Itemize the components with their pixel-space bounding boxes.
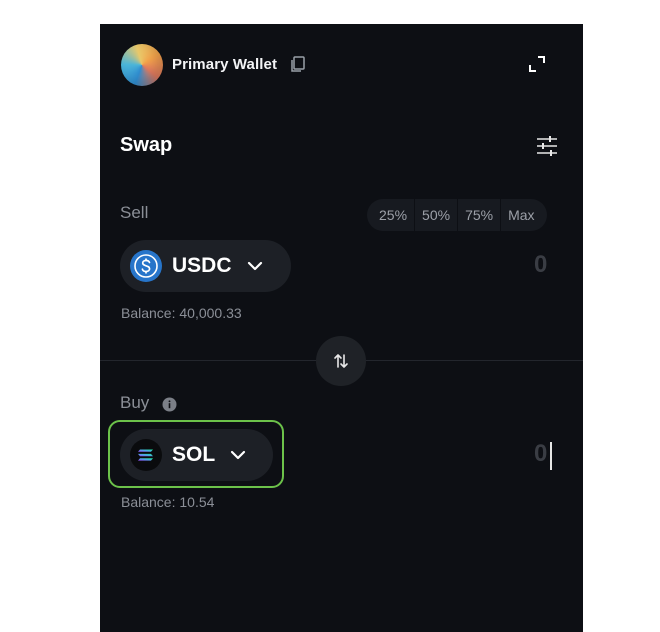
settings-sliders-icon[interactable] [535, 134, 559, 158]
solana-icon [130, 439, 162, 471]
swap-title: Swap [120, 134, 173, 156]
info-icon[interactable] [162, 397, 177, 412]
expand-icon[interactable] [527, 54, 547, 74]
buy-label: Buy [120, 393, 150, 412]
percent-25-button[interactable]: 25% [367, 199, 416, 231]
text-caret [550, 442, 552, 470]
chevron-down-icon [231, 450, 246, 460]
wallet-name[interactable]: Primary Wallet [172, 56, 277, 73]
copy-icon[interactable] [289, 55, 307, 73]
percent-50-button[interactable]: 50% [415, 199, 459, 231]
wallet-header: Primary Wallet [100, 24, 583, 108]
percent-buttons: 25% 50% 75% Max [367, 199, 547, 231]
buy-token-symbol: SOL [172, 443, 216, 466]
chevron-down-icon [247, 261, 262, 271]
sell-balance: Balance: 40,000.33 [121, 305, 242, 321]
max-button[interactable]: Max [501, 199, 546, 231]
usdc-icon [130, 250, 162, 282]
sell-label: Sell [120, 203, 149, 222]
sell-token-symbol: USDC [172, 254, 232, 277]
wallet-avatar[interactable] [121, 44, 163, 86]
sell-amount-input[interactable]: 0 [534, 251, 547, 279]
buy-token-selector[interactable]: SOL [120, 429, 273, 481]
swap-direction-icon [334, 354, 348, 368]
percent-75-button[interactable]: 75% [458, 199, 502, 231]
swap-panel: Primary Wallet Swap Sell 25% 50% 75% Max [100, 24, 583, 632]
sell-token-selector[interactable]: USDC [120, 240, 291, 292]
switch-direction-button[interactable] [316, 336, 366, 386]
buy-balance: Balance: 10.54 [121, 494, 215, 510]
buy-amount-input[interactable]: 0 [534, 440, 547, 468]
